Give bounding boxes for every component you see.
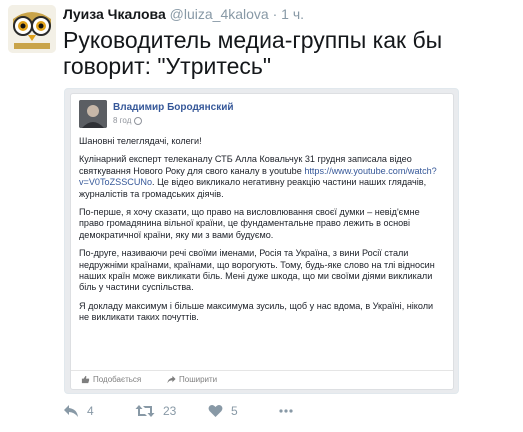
fb-post-body: Шановні телеглядачі, колеги! Кулінарний … xyxy=(79,136,441,331)
author-handle[interactable]: @luiza_4kalova xyxy=(170,6,269,22)
like-count: 5 xyxy=(231,404,238,418)
tweet-action-bar: 4 23 5 xyxy=(63,404,363,424)
facebook-post-screenshot: Владимир Бородянский 8 год Шановні телег… xyxy=(70,93,454,390)
tweet-time[interactable]: 1 ч. xyxy=(281,6,304,22)
heart-icon xyxy=(208,404,223,417)
fb-author-name: Владимир Бородянский xyxy=(113,102,234,113)
author-avatar[interactable] xyxy=(8,5,56,53)
fb-paragraph: Я докладу максимум і більше максимума зу… xyxy=(79,300,434,323)
tweet-header: Луиза Чкалова @luiza_4kalova · 1 ч. xyxy=(63,6,304,22)
reply-button[interactable]: 4 xyxy=(63,404,94,418)
fb-share-label: Поширити xyxy=(179,375,218,384)
fb-paragraph: По-друге, називаючи речі своїми іменами,… xyxy=(79,248,435,293)
reply-icon xyxy=(64,405,78,417)
retweet-icon xyxy=(135,405,155,417)
owl-face-icon xyxy=(8,5,56,53)
header-separator: · xyxy=(272,6,278,22)
globe-icon xyxy=(134,116,143,125)
retweet-button[interactable]: 23 xyxy=(135,404,176,418)
reply-count: 4 xyxy=(87,404,94,418)
fb-time-label: 8 год xyxy=(113,116,132,125)
fb-post-time: 8 год xyxy=(113,116,143,125)
fb-paragraph: Шановні телеглядачі, колеги! xyxy=(79,136,202,146)
more-icon xyxy=(279,409,293,413)
fb-paragraph-with-link: Кулінарний експерт телеканалу СТБ Алла К… xyxy=(79,154,441,200)
fb-share-action: Поширити xyxy=(167,375,217,384)
author-name[interactable]: Луиза Чкалова xyxy=(63,6,166,22)
tweet-text: Руководитель медиа-группы как бы говорит… xyxy=(63,27,443,79)
share-icon xyxy=(167,375,176,384)
retweet-count: 23 xyxy=(163,404,177,418)
more-button[interactable] xyxy=(278,404,294,418)
fb-like-action: Подобається xyxy=(81,375,141,384)
person-photo-icon xyxy=(79,100,107,128)
fb-like-label: Подобається xyxy=(93,375,142,384)
like-button[interactable]: 5 xyxy=(208,404,238,418)
fb-author-avatar xyxy=(79,100,107,128)
fb-action-bar: Подобається Поширити xyxy=(71,370,453,389)
thumbs-up-icon xyxy=(81,375,90,384)
tweet-media-card[interactable]: Владимир Бородянский 8 год Шановні телег… xyxy=(64,88,459,394)
fb-paragraph: По-перше, я хочу сказати, що право на ви… xyxy=(79,207,420,240)
